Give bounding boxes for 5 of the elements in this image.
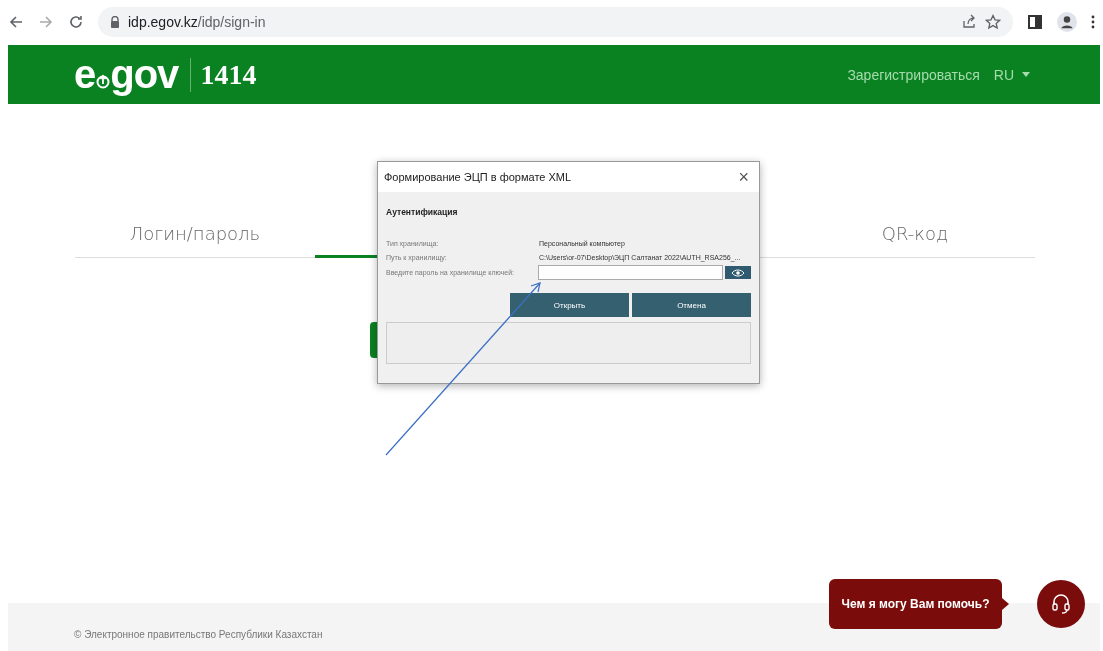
copyright-text: © Электронное правительство Республики Казахстан — [74, 629, 323, 640]
url-text: idp.egov.kz/idp/sign-in — [128, 14, 266, 30]
section-heading: Аутентификация — [386, 207, 459, 217]
dialog-title: Формирование ЭЦП в формате XML — [384, 171, 572, 183]
phone-number: 1414 — [200, 58, 257, 91]
